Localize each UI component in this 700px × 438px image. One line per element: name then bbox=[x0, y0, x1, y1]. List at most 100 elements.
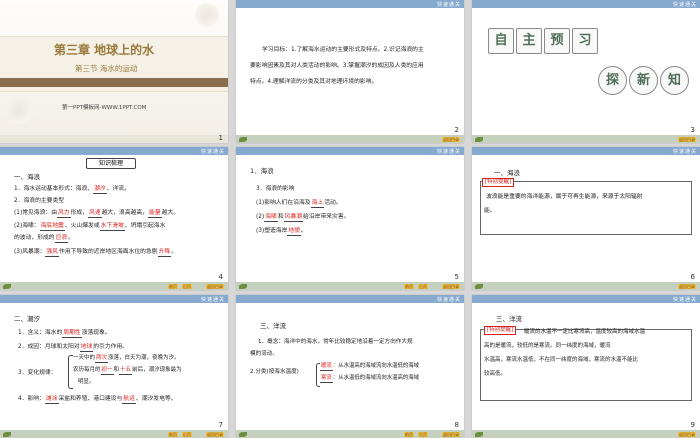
content-line: 3．变化规律： bbox=[18, 370, 57, 376]
content-line: (3)风暴潮：强风作用下导致的近岸地区海面水位的急剧升降。 bbox=[14, 249, 177, 257]
slide-4[interactable]: 快速通关 知识梳理 一、海浪 1．海水运动基本形式：海浪、潮汐、洋流。 2．海浪… bbox=[0, 147, 228, 290]
content-line: 3．海浪的影响 bbox=[256, 186, 295, 192]
content-line: 2.分类(按海水温度) bbox=[250, 369, 299, 375]
leaf-icon bbox=[239, 284, 247, 289]
leaf-icon bbox=[239, 137, 247, 142]
page-number: 2 bbox=[454, 126, 459, 134]
content-line: (2)海啸和风暴潮给沿岸带来灾害。 bbox=[256, 214, 350, 222]
page-number: 1 bbox=[218, 134, 223, 142]
bottom-bar: 前页 后页 返回目录 bbox=[236, 282, 464, 290]
note-line: 高的是暖流，较低的是寒流。同一纬度的海域，暖流 bbox=[484, 343, 611, 349]
top-bar: 快速通关 bbox=[472, 0, 700, 8]
bottom-bar: 返回目录 bbox=[472, 430, 700, 438]
leaf-icon bbox=[475, 284, 483, 289]
seal-char: 预 bbox=[544, 28, 570, 54]
content-line: 一天中的两次涨落，白天为潮，夜晚为汐。 bbox=[73, 355, 180, 363]
content-line: 2．海浪的主要类型 bbox=[14, 198, 65, 204]
slide-6[interactable]: 快速通关 一、海浪 [特别提醒] 波浪能是重要的海洋能源，属于可再生能源，来源于… bbox=[472, 147, 700, 290]
top-bar-label: 快速通关 bbox=[200, 297, 225, 303]
top-bar: 快速通关 bbox=[0, 295, 228, 303]
page-number: 6 bbox=[690, 273, 695, 281]
nav-next-button[interactable]: 后页 bbox=[418, 432, 428, 437]
brown-ribbon bbox=[0, 78, 228, 87]
chapter-title: 第三章 地球上的水 bbox=[54, 43, 155, 57]
seal-char: 自 bbox=[488, 28, 514, 54]
top-bar-label: 快速通关 bbox=[672, 2, 697, 8]
top-bar: 快速通关 bbox=[472, 295, 700, 303]
note-line: 能。 bbox=[484, 208, 496, 214]
nav-prev-button[interactable]: 前页 bbox=[404, 284, 414, 289]
nav-main-button[interactable]: 返回目录 bbox=[442, 432, 460, 437]
nav-main-button[interactable]: 返回目录 bbox=[442, 284, 460, 289]
page-number: 3 bbox=[690, 126, 695, 134]
content-line: (1)影响人们在沿海及海上活动。 bbox=[256, 200, 342, 208]
slide-3[interactable]: 快速通关 自 主 预 习 探 新 知 返回目录 3 bbox=[472, 0, 700, 143]
nav-prev-button[interactable]: 前页 bbox=[168, 284, 178, 289]
note-tag: [特别提醒] bbox=[482, 178, 515, 187]
content-line: 1．海水运动基本形式：海浪、潮汐、洋流。 bbox=[14, 186, 130, 194]
content-line: 的波动，形成的巨浪。 bbox=[14, 235, 75, 243]
circle-char: 探 bbox=[598, 66, 627, 95]
note-line: 波浪能是重要的海洋能源，属于可再生能源，来源于太阳辐射 bbox=[486, 194, 643, 200]
page-number: 7 bbox=[218, 421, 223, 429]
nav-prev-button[interactable]: 前页 bbox=[168, 432, 178, 437]
subheading: 三、洋流 bbox=[496, 315, 522, 323]
content-line: (2)海啸：海底地震、火山爆发或水下滑坡、坍塌引起海水 bbox=[14, 223, 166, 231]
top-bar: 快速通关 bbox=[472, 147, 700, 155]
top-bar: 快速通关 bbox=[0, 147, 228, 155]
note-line: 暖流的水温不一定比寒流高，温度较高的海域水温 bbox=[524, 329, 646, 335]
nav-next-button[interactable]: 后页 bbox=[418, 284, 428, 289]
objectives-line: 要影响因素及其对人类活动的影响。3.掌握潮汐的成因及人类的应用 bbox=[250, 63, 424, 69]
slide-9[interactable]: 快速通关 三、洋流 [特别提醒] 暖流的水温不一定比寒流高，温度较高的海域水温 … bbox=[472, 295, 700, 438]
nav-next-button[interactable]: 后页 bbox=[182, 432, 192, 437]
nav-prev-button[interactable]: 前页 bbox=[404, 432, 414, 437]
top-bar-label: 快速通关 bbox=[672, 297, 697, 303]
nav-main-button[interactable]: 返回目录 bbox=[206, 284, 224, 289]
slide-1[interactable]: 第三章 地球上的水 第三节 海水的运动 第一PPT模板网-WWW.1PPT.CO… bbox=[0, 0, 228, 143]
flower-decoration bbox=[4, 95, 34, 125]
subheading: 一、海浪 bbox=[14, 173, 40, 181]
slide-5[interactable]: 快速通关 1．海浪 3．海浪的影响 (1)影响人们在沿海及海上活动。 (2)海啸… bbox=[236, 147, 464, 290]
subheading: 三、洋流 bbox=[260, 322, 286, 330]
nav-main-button[interactable]: 返回目录 bbox=[678, 432, 696, 437]
content-line: 1．含义：海水的周期性涨落现象。 bbox=[18, 330, 111, 338]
note-box bbox=[480, 181, 692, 235]
page-number: 5 bbox=[454, 273, 459, 281]
leaf-icon bbox=[239, 432, 247, 437]
bottom-bar: 返回目录 bbox=[472, 282, 700, 290]
content-line: 暖流：从水温高的海域流向水温低的海域 bbox=[320, 363, 420, 371]
page-number: 9 bbox=[690, 421, 695, 429]
section-title: 第三节 海水的运动 bbox=[75, 64, 138, 73]
nav-main-button[interactable]: 返回目录 bbox=[206, 432, 224, 437]
flower-decoration-right bbox=[194, 2, 220, 28]
nav-main-button[interactable]: 返回目录 bbox=[678, 284, 696, 289]
nav-main-button[interactable]: 返回目录 bbox=[442, 137, 460, 142]
nav-main-button[interactable]: 返回目录 bbox=[678, 137, 696, 142]
circle-char: 知 bbox=[660, 66, 689, 95]
top-bar-label: 快速通关 bbox=[436, 149, 461, 155]
circle-char: 新 bbox=[629, 66, 658, 95]
bottom-bar: 前页 后页 返回目录 bbox=[0, 282, 228, 290]
bottom-bar: 返回目录 bbox=[236, 135, 464, 143]
top-bar: 快速通关 bbox=[236, 147, 464, 155]
top-bar: 快速通关 bbox=[236, 295, 464, 303]
subheading: 二、潮汐 bbox=[14, 315, 40, 323]
content-line: (3)塑造海岸地貌。 bbox=[256, 228, 307, 236]
subheading: 1．海浪 bbox=[250, 167, 274, 175]
top-bar-label: 快速通关 bbox=[436, 297, 461, 303]
slide-7[interactable]: 快速通关 二、潮汐 1．含义：海水的周期性涨落现象。 2．成因：月球和太阳对地球… bbox=[0, 295, 228, 438]
content-line: 模的流动。 bbox=[250, 351, 278, 357]
content-line: 寒流：从水温低的海域流向水温高的海域 bbox=[320, 375, 420, 383]
content-line: 1．概念：海洋中的海水，常年比较稳定地沿着一定方向作大规 bbox=[258, 339, 413, 345]
top-bar-label: 快速通关 bbox=[672, 149, 697, 155]
content-line: (1)常见海浪：由风力形成，风速越大，浪高越高，能量越大。 bbox=[14, 210, 180, 218]
seal-char: 主 bbox=[516, 28, 542, 54]
leaf-icon bbox=[475, 137, 483, 142]
slide-8[interactable]: 快速通关 三、洋流 1．概念：海洋中的海水，常年比较稳定地沿着一定方向作大规 模… bbox=[236, 295, 464, 438]
subheading: 一、海浪 bbox=[494, 169, 520, 177]
slide-2[interactable]: 快速通关 学习目标：1.了解海水运动的主要形式及特点。2.识记海浪的主 要影响因… bbox=[236, 0, 464, 143]
nav-next-button[interactable]: 后页 bbox=[182, 284, 192, 289]
content-line: 2．成因：月球和太阳对地球的引力作用。 bbox=[18, 344, 129, 352]
note-tag: [特别提醒] bbox=[484, 326, 517, 335]
top-bar: 快速通关 bbox=[236, 0, 464, 8]
